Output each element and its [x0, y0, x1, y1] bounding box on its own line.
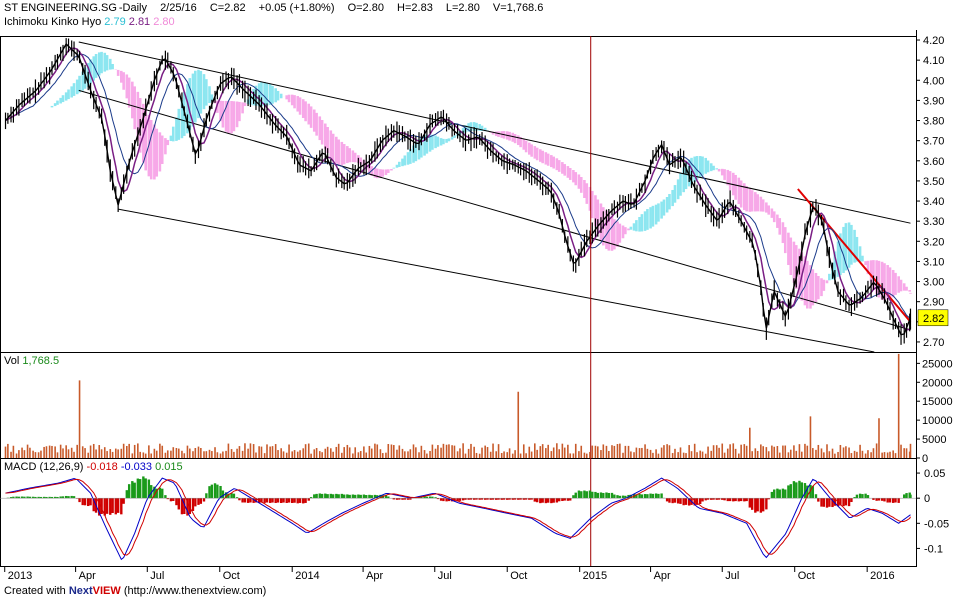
ichimoku-legend: Ichimoku Kinko Hyo 2.79 2.81 2.80 — [4, 16, 175, 28]
close-label: C=2.82 — [209, 2, 246, 14]
volume-label: V=1,768.6 — [492, 2, 544, 14]
macd-value-1: -0.018 — [86, 461, 118, 473]
kijun-line — [5, 53, 911, 321]
change-label: +0.05 (+1.80%) — [258, 2, 335, 14]
vol-tick-label: 5000 — [922, 434, 946, 446]
ichimoku-value-2: 2.81 — [128, 16, 151, 28]
low-label: L=2.80 — [445, 2, 480, 14]
chart-canvas: 4.20 4.10 4.00 3.90 3.80 3.70 3.60 3.50 3.40 3.30… — [0, 30, 953, 582]
footer-url: (http://www.thenextview.com) — [123, 585, 267, 597]
panel-frame-1 — [0, 352, 917, 459]
macd-label: MACD (12,26,9) — [4, 461, 84, 473]
ichimoku-value-1: 2.79 — [104, 16, 126, 28]
x-tick-label: Jul — [150, 570, 164, 582]
price-tick-label: 2.90 — [923, 297, 944, 309]
interval-label: -Daily — [118, 2, 147, 14]
x-tick-label: 2013 — [8, 570, 32, 582]
x-tick-label: 2016 — [870, 570, 894, 582]
macd-tick-label: 0 — [924, 493, 930, 505]
macd-legend: MACD (12,26,9) -0.018 -0.033 0.015 — [4, 461, 183, 473]
price-tick-label: 3.70 — [923, 136, 944, 148]
chart-header: ST ENGINEERING.SG -Daily 2/25/16 C=2.82 +… — [4, 2, 553, 14]
date-label: 2/25/16 — [160, 2, 197, 14]
footer-credit: Created with NextVIEW (http://www.thenex… — [4, 585, 266, 597]
symbol-label: ST ENGINEERING.SG — [4, 2, 117, 14]
vol-tick-label: 10000 — [922, 415, 953, 427]
macd-value-2: -0.033 — [120, 461, 153, 473]
last-price-label: 2.82 — [923, 313, 944, 325]
price-tick-label: 3.40 — [923, 196, 944, 208]
price-tick-label: 3.20 — [923, 236, 944, 248]
price-tick-label: 3.10 — [923, 256, 944, 268]
x-tick-label: 2015 — [583, 570, 607, 582]
vol-label: Vol — [4, 355, 20, 367]
price-tick-label: 4.10 — [923, 55, 944, 67]
price-line — [4, 42, 912, 336]
open-label: O=2.80 — [347, 2, 384, 14]
price-tick-label: 2.70 — [923, 337, 944, 349]
vol-tick-label: 15000 — [922, 396, 953, 408]
price-tick-label: 3.90 — [923, 95, 944, 107]
x-tick-label: Oct — [510, 570, 527, 582]
vol-tick-label: 0 — [922, 453, 928, 465]
price-tick-label: 3.50 — [923, 176, 944, 188]
macd-tick-label: -0.05 — [924, 518, 949, 530]
price-tick-label: 3.30 — [923, 216, 944, 228]
ichimoku-value-3: 2.80 — [153, 16, 175, 28]
price-tick-label: 4.00 — [923, 75, 944, 87]
x-tick-label: Apr — [79, 570, 96, 582]
macd-value-3: 0.015 — [155, 461, 183, 473]
footer-prefix: Created with — [4, 585, 69, 597]
vol-tick-label: 25000 — [922, 358, 953, 370]
x-tick-label: Oct — [223, 570, 240, 582]
x-tick-label: 2014 — [295, 570, 319, 582]
panel-frame-2 — [0, 458, 917, 567]
vol-tick-label: 20000 — [922, 377, 953, 389]
price-tick-label: 3.60 — [923, 156, 944, 168]
x-tick-label: Oct — [798, 570, 815, 582]
price-tick-label: 4.20 — [923, 35, 944, 47]
x-tick-label: Jul — [438, 570, 452, 582]
vol-value: 1,768.5 — [22, 355, 60, 367]
footer-brand-next: Next — [68, 585, 93, 597]
macd-tick-label: -0.1 — [924, 543, 943, 555]
x-tick-label: Jul — [725, 570, 739, 582]
volume-legend: Vol 1,768.5 — [4, 355, 59, 367]
price-tick-label: 3.00 — [923, 277, 944, 289]
price-tick-label: 3.80 — [923, 116, 944, 128]
macd-tick-label: 0.05 — [924, 468, 945, 480]
x-tick-label: Apr — [654, 570, 671, 582]
high-label: H=2.83 — [397, 2, 433, 14]
footer-brand-view: VIEW — [92, 585, 121, 597]
ichimoku-label: Ichimoku Kinko Hyo — [4, 16, 102, 28]
x-tick-label: Apr — [366, 570, 383, 582]
